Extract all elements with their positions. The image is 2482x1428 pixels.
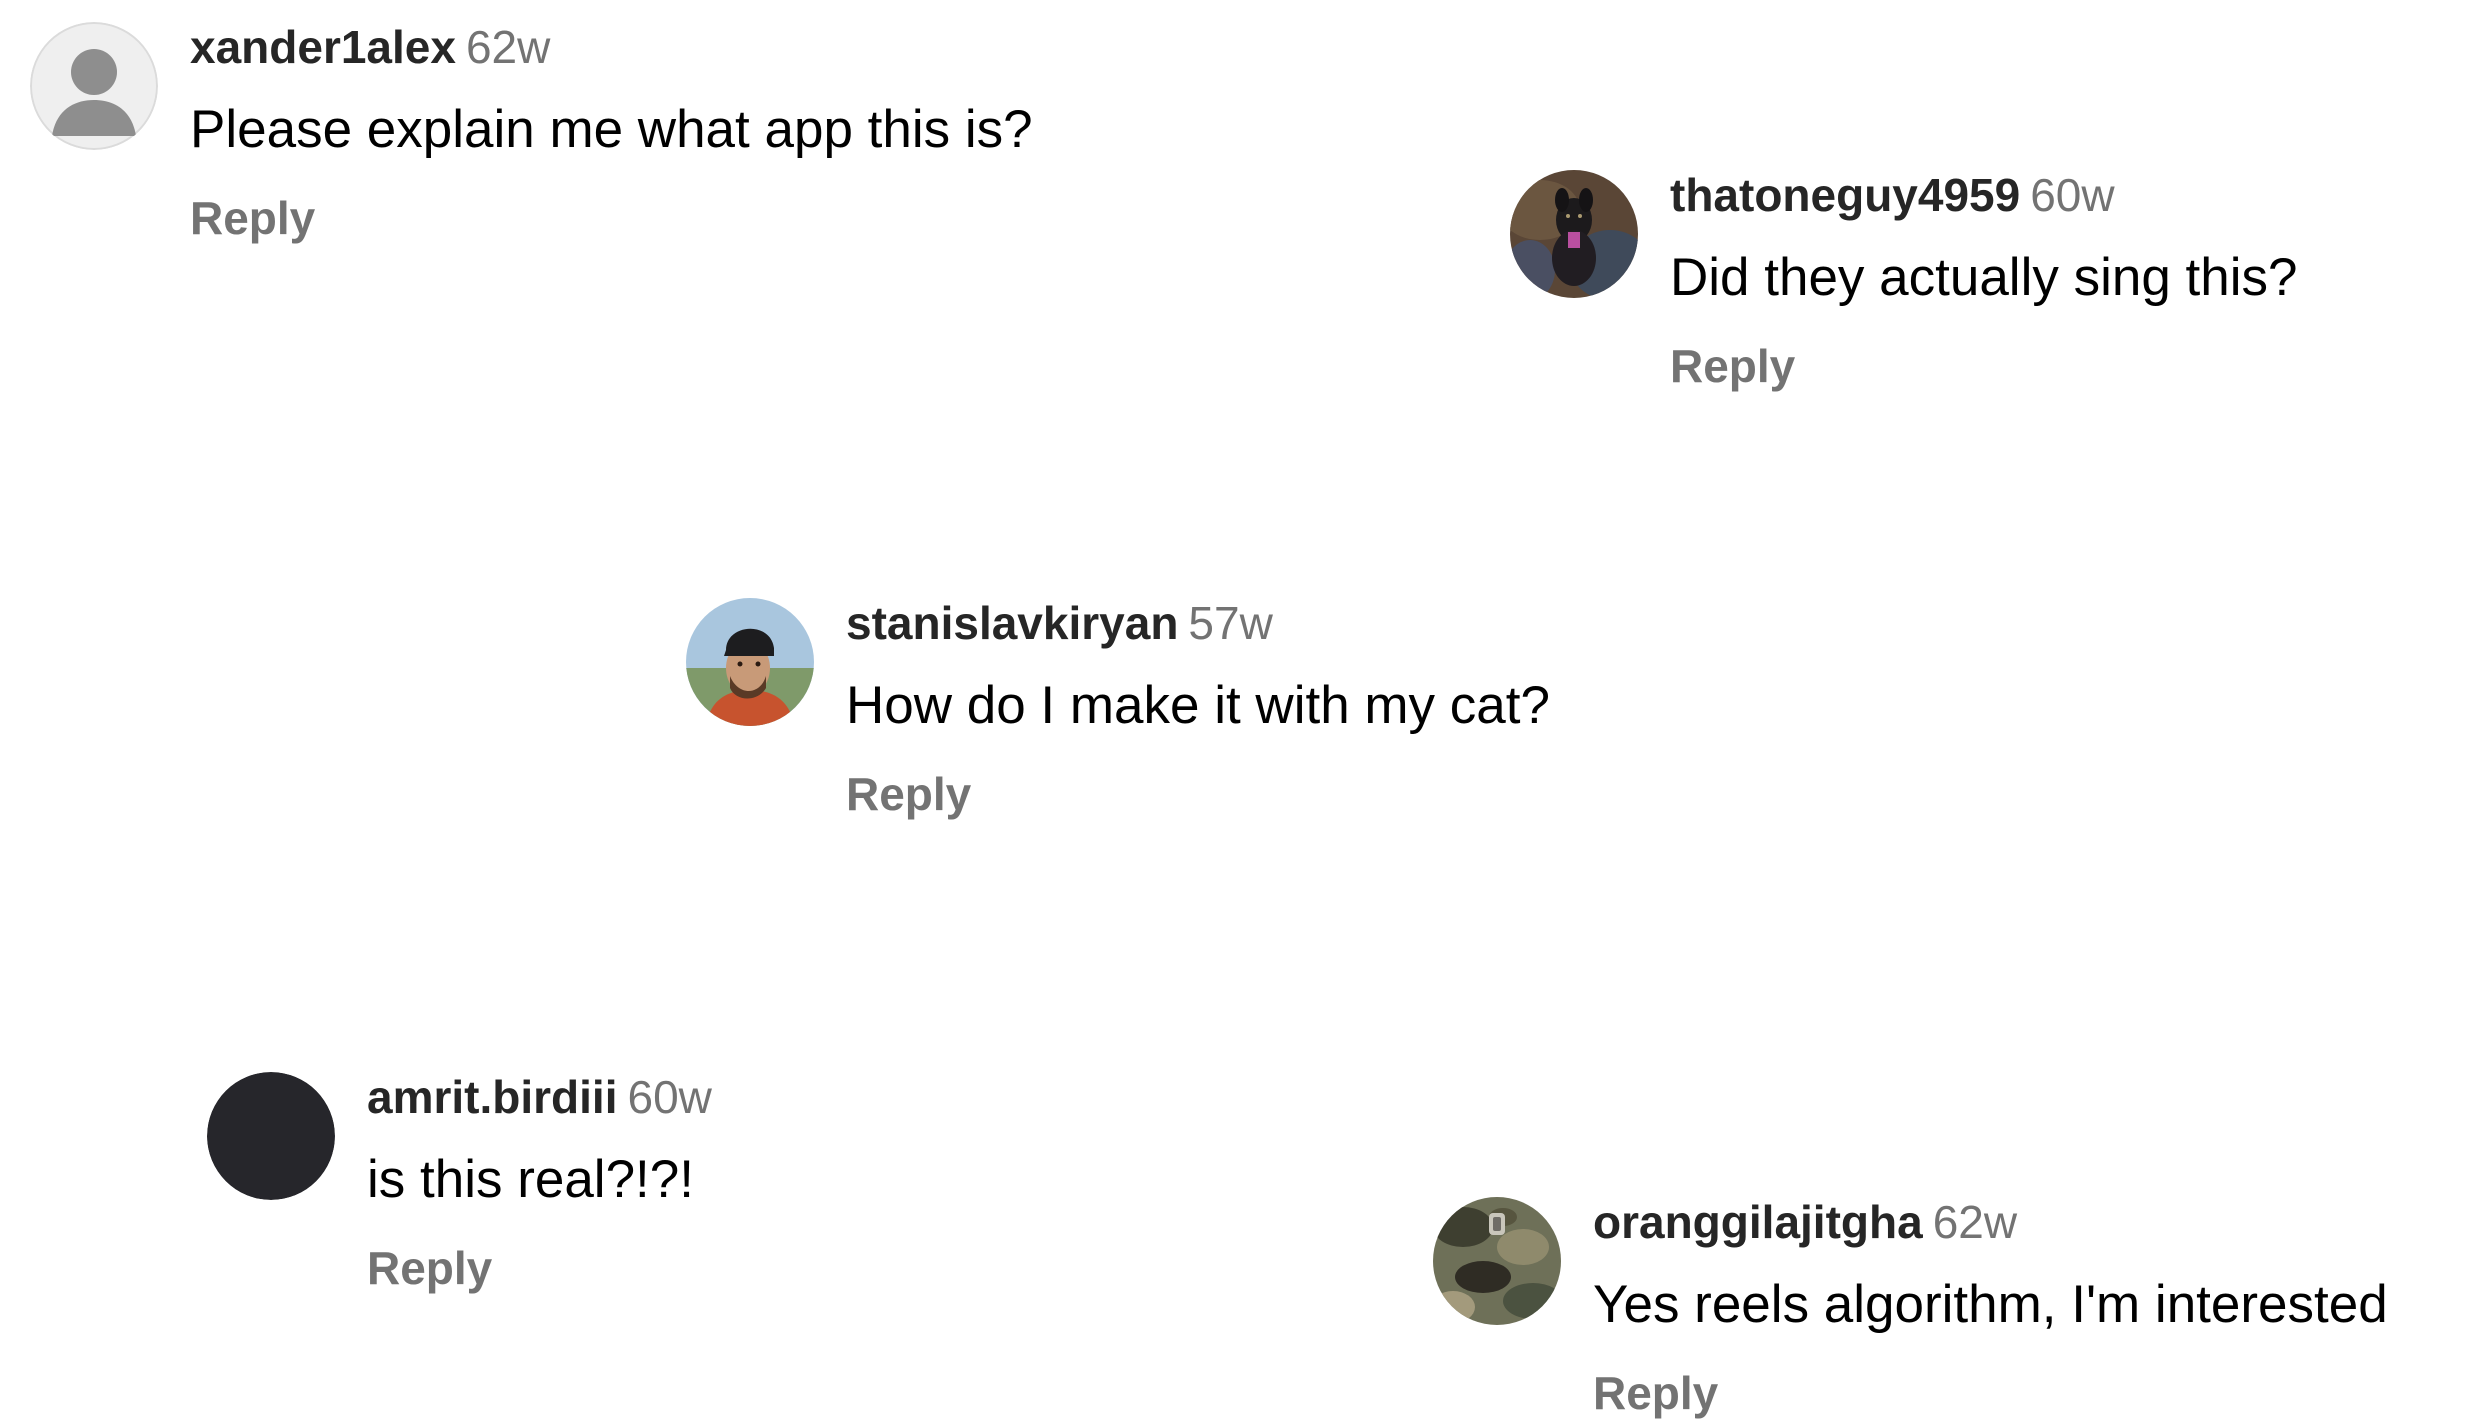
reply-button[interactable]: Reply: [846, 768, 1550, 820]
reply-button[interactable]: Reply: [367, 1242, 712, 1294]
username[interactable]: stanislavkiryan: [846, 597, 1178, 649]
comment-text: How do I make it with my cat?: [846, 676, 1550, 735]
comment-text: Please explain me what app this is?: [190, 100, 1033, 159]
avatar-default-person-icon[interactable]: [30, 22, 158, 150]
timestamp: 60w: [2030, 169, 2115, 221]
dog-photo-avatar: [1510, 170, 1638, 298]
comment-text: is this real?!?!: [367, 1150, 694, 1209]
default-person-icon: [30, 22, 158, 150]
username[interactable]: oranggilajitgha: [1593, 1196, 1923, 1248]
reply-button[interactable]: Reply: [1593, 1367, 2388, 1419]
man-in-hat-photo-avatar: [686, 598, 814, 726]
comment-text: Did they actually sing this?: [1670, 248, 2298, 307]
black-circle-avatar: [207, 1072, 335, 1200]
timestamp: 62w: [465, 21, 551, 73]
username[interactable]: amrit.birdiii: [367, 1071, 617, 1123]
comment-text: Yes reels algorithm, I'm interested: [1593, 1275, 2388, 1334]
avatar-dog-photo[interactable]: [1510, 170, 1638, 298]
reply-button[interactable]: Reply: [1670, 340, 2298, 392]
avatar-camo-photo[interactable]: [1433, 1197, 1561, 1325]
camo-photo-avatar: [1433, 1197, 1561, 1325]
timestamp: 57w: [1188, 597, 1273, 649]
avatar-black-circle[interactable]: [207, 1072, 335, 1200]
username[interactable]: thatoneguy4959: [1670, 169, 2020, 221]
timestamp: 60w: [627, 1071, 712, 1123]
avatar-man-in-hat-photo[interactable]: [686, 598, 814, 726]
reply-button[interactable]: Reply: [190, 192, 1033, 244]
timestamp: 62w: [1932, 1196, 2018, 1248]
username[interactable]: xander1alex: [190, 21, 456, 73]
